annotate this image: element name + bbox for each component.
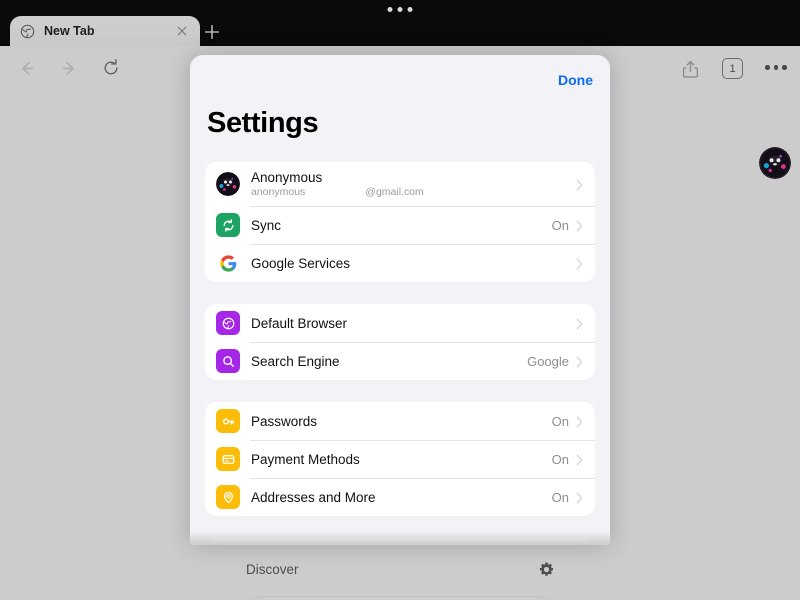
default-browser-icon — [216, 311, 240, 335]
settings-row-value: On — [551, 217, 569, 233]
settings-row-label: Google Services — [251, 255, 351, 271]
chevron-right-icon — [576, 415, 583, 428]
settings-group-account: Anonymous anonymous @gmail.com Sync On G… — [205, 162, 595, 282]
more-dot — [782, 65, 787, 70]
settings-group-autofill: Passwords On Payment Methods On Addresse… — [205, 402, 595, 516]
credit-card-icon — [216, 447, 240, 471]
settings-row-search-engine[interactable]: Search Engine Google — [205, 342, 595, 380]
account-text: Anonymous anonymous @gmail.com — [251, 170, 576, 199]
user-avatar — [216, 172, 240, 196]
settings-row-value: On — [551, 451, 569, 467]
arrow-right-icon[interactable] — [56, 55, 82, 81]
tab-count-label: 1 — [729, 62, 736, 75]
settings-group-browser: Default Browser Search Engine Google — [205, 304, 595, 380]
settings-row-value: Google — [527, 353, 569, 369]
settings-row-default-browser[interactable]: Default Browser — [205, 304, 595, 342]
chevron-right-icon — [576, 257, 583, 270]
chevron-right-icon — [576, 453, 583, 466]
arrow-left-icon[interactable] — [13, 55, 39, 81]
settings-row-payment-methods[interactable]: Payment Methods On — [205, 440, 595, 478]
account-username: anonymous — [251, 186, 306, 199]
account-name: Anonymous — [251, 169, 323, 185]
tab-title: New Tab — [44, 24, 95, 38]
settings-row-passwords[interactable]: Passwords On — [205, 402, 595, 440]
discover-card[interactable] — [250, 596, 550, 600]
settings-row-label: Sync — [251, 217, 282, 233]
gear-icon[interactable] — [538, 561, 555, 578]
globe-icon — [20, 24, 35, 39]
settings-row-label: Default Browser — [251, 315, 348, 331]
done-button[interactable]: Done — [558, 72, 593, 88]
tab-count-button[interactable]: 1 — [722, 58, 743, 79]
settings-modal: Done Settings Anonymous anonymous @gmail… — [190, 55, 610, 545]
settings-topbar: Done — [190, 55, 610, 101]
chevron-right-icon — [576, 219, 583, 232]
key-icon — [216, 409, 240, 433]
settings-row-sync[interactable]: Sync On — [205, 206, 595, 244]
settings-row-google-services[interactable]: Google Services — [205, 244, 595, 282]
settings-row-label: Passwords — [251, 413, 318, 429]
more-dot — [765, 65, 770, 70]
settings-row-value: On — [551, 413, 569, 429]
handle-dot — [387, 7, 393, 12]
browser-tab[interactable]: New Tab — [10, 16, 200, 46]
settings-row-label: Addresses and More — [251, 489, 376, 505]
google-icon — [216, 251, 240, 275]
settings-row-label: Search Engine — [251, 353, 340, 369]
reload-icon[interactable] — [98, 55, 124, 81]
settings-row-label: Payment Methods — [251, 451, 360, 467]
discover-section-header: Discover — [0, 552, 800, 586]
more-horizontal-icon[interactable] — [765, 65, 787, 70]
account-domain: @gmail.com — [365, 186, 424, 199]
search-engine-icon — [216, 349, 240, 373]
settings-group-voice: Voice Search English (United States) — [205, 538, 595, 545]
chevron-right-icon — [576, 178, 583, 191]
more-dot — [773, 65, 778, 70]
account-subtitle: anonymous @gmail.com — [251, 186, 576, 198]
settings-row-addresses[interactable]: Addresses and More On — [205, 478, 595, 516]
share-icon[interactable] — [679, 58, 701, 80]
discover-label: Discover — [246, 561, 299, 577]
chevron-right-icon — [576, 355, 583, 368]
settings-row-voice-search[interactable]: Voice Search English (United States) — [205, 538, 595, 545]
new-tab-button[interactable] — [202, 22, 222, 42]
location-pin-icon — [216, 485, 240, 509]
settings-row-account[interactable]: Anonymous anonymous @gmail.com — [205, 162, 595, 206]
sync-icon — [216, 213, 240, 237]
handle-dot — [397, 7, 403, 12]
chevron-right-icon — [576, 317, 583, 330]
chevron-right-icon — [576, 491, 583, 504]
multitask-handle[interactable] — [387, 7, 413, 12]
settings-row-value: On — [551, 489, 569, 505]
handle-dot — [407, 7, 413, 12]
page-title: Settings — [207, 107, 319, 139]
close-icon[interactable] — [174, 23, 190, 39]
